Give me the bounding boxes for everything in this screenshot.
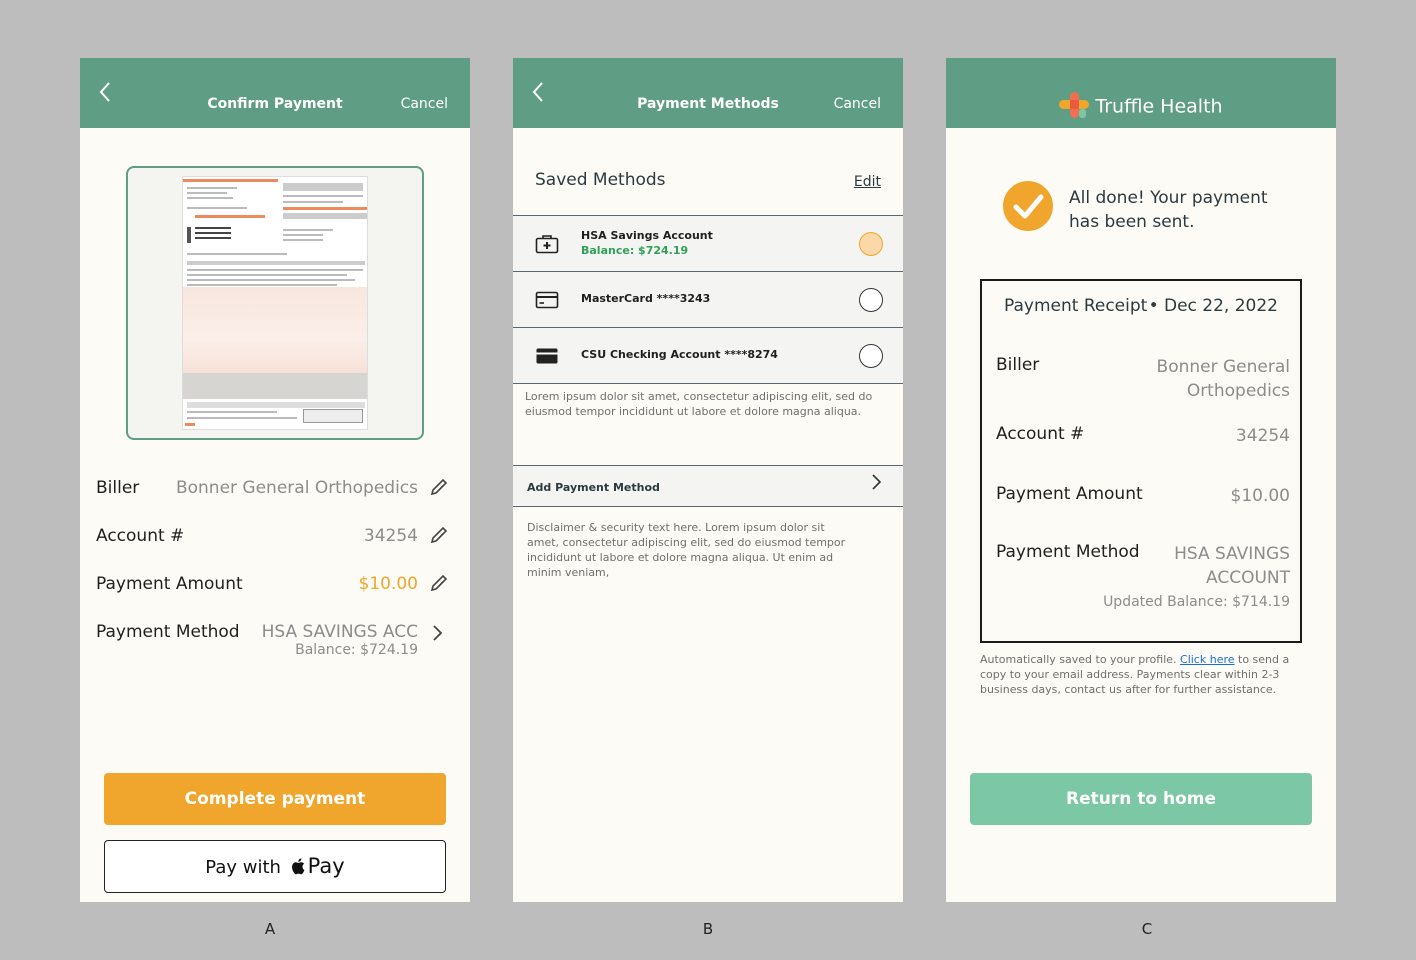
screen-label-c: C bbox=[1141, 920, 1153, 938]
receipt-updated-balance: Updated Balance: $714.19 bbox=[1103, 594, 1290, 610]
apple-logo-icon bbox=[291, 858, 305, 875]
disclaimer-text: Disclaimer & security text here. Lorem i… bbox=[527, 521, 846, 579]
receipt-method-line1: HSA SAVINGS bbox=[1174, 544, 1290, 564]
method-name: MasterCard ****3243 bbox=[581, 292, 711, 305]
header: Payment Methods Cancel bbox=[513, 58, 903, 128]
receipt-amount-value: $10.00 bbox=[1230, 486, 1290, 506]
brand-name: Truffle Health bbox=[1095, 95, 1223, 118]
screen-payment-done: Truffle Health All done! Your payment ha… bbox=[946, 58, 1336, 902]
method-value: HSA SAVINGS ACC bbox=[261, 622, 418, 642]
success-check-icon bbox=[1003, 181, 1053, 231]
biller-value: Bonner General Orthopedics bbox=[175, 478, 418, 498]
methods-description: Lorem ipsum dolor sit amet, consectetur … bbox=[525, 390, 873, 418]
click-here-link[interactable]: Click here bbox=[1180, 653, 1235, 666]
success-message: All done! Your payment has been sent. bbox=[1069, 188, 1268, 232]
edit-link[interactable]: Edit bbox=[854, 174, 881, 190]
pencil-icon[interactable] bbox=[430, 526, 448, 544]
apple-pay-prefix: Pay with bbox=[205, 857, 281, 878]
screen-label-a: A bbox=[264, 920, 276, 938]
biller-row[interactable]: Biller Bonner General Orthopedics bbox=[96, 472, 454, 502]
receipt-date: • Dec 22, 2022 bbox=[1148, 296, 1278, 316]
return-home-button[interactable]: Return to home bbox=[970, 773, 1312, 825]
method-mastercard[interactable]: MasterCard ****3243 bbox=[513, 271, 903, 327]
footnote-text: Automatically saved to your profile. bbox=[980, 653, 1181, 666]
method-label: Payment Method bbox=[96, 622, 240, 642]
receipt-method-label: Payment Method bbox=[996, 542, 1140, 562]
method-checking[interactable]: CSU Checking Account ****8274 bbox=[513, 327, 903, 383]
pencil-icon[interactable] bbox=[430, 478, 448, 496]
header: Confirm Payment Cancel bbox=[80, 58, 470, 128]
chevron-right-icon[interactable] bbox=[432, 624, 444, 642]
receipt-biller-value: Bonner General Orthopedics bbox=[1157, 355, 1290, 403]
brand-title: Truffle Health bbox=[946, 92, 1336, 122]
method-name: CSU Checking Account ****8274 bbox=[581, 348, 778, 361]
medical-case-icon bbox=[535, 235, 559, 254]
screen-label-b: B bbox=[702, 920, 714, 938]
receipt-biller-label: Biller bbox=[996, 355, 1040, 375]
credit-card-filled-icon bbox=[536, 348, 558, 364]
amount-label: Payment Amount bbox=[96, 574, 243, 594]
divider bbox=[513, 383, 903, 384]
cancel-button[interactable]: Cancel bbox=[834, 96, 881, 112]
receipt-account-value: 34254 bbox=[1235, 426, 1290, 446]
receipt-amount-label: Payment Amount bbox=[996, 484, 1143, 504]
add-payment-method-button[interactable]: Add Payment Method bbox=[513, 465, 903, 507]
receipt-method-value: HSA SAVINGS ACCOUNT bbox=[1174, 542, 1290, 590]
receipt-biller-line1: Bonner General bbox=[1156, 357, 1290, 377]
method-balance: Balance: $724.19 bbox=[295, 642, 418, 658]
screen-payment-methods: Payment Methods Cancel Saved Methods Edi… bbox=[513, 58, 903, 902]
pencil-icon[interactable] bbox=[430, 574, 448, 592]
credit-card-outline-icon bbox=[535, 291, 559, 309]
apple-pay-button[interactable]: Pay with Pay bbox=[104, 840, 446, 893]
payment-receipt: Payment Receipt • Dec 22, 2022 Biller Bo… bbox=[980, 279, 1302, 643]
payment-method-row[interactable]: Payment Method HSA SAVINGS ACC Balance: … bbox=[96, 616, 454, 666]
account-label: Account # bbox=[96, 526, 185, 546]
radio-selected[interactable] bbox=[859, 232, 883, 256]
radio-unselected[interactable] bbox=[859, 344, 883, 368]
header: Truffle Health bbox=[946, 58, 1336, 128]
screen-confirm-payment: Confirm Payment Cancel Biller Bonner Gen… bbox=[80, 58, 470, 902]
receipt-footnote: Automatically saved to your profile. Cli… bbox=[980, 652, 1306, 697]
apple-pay-word: Pay bbox=[307, 854, 345, 878]
receipt-biller-line2: Orthopedics bbox=[1186, 381, 1290, 401]
chevron-right-icon bbox=[872, 474, 882, 490]
cancel-button[interactable]: Cancel bbox=[401, 96, 448, 112]
saved-methods-title: Saved Methods bbox=[535, 170, 666, 190]
account-row[interactable]: Account # 34254 bbox=[96, 520, 454, 550]
amount-row[interactable]: Payment Amount $10.00 bbox=[96, 568, 454, 598]
amount-value: $10.00 bbox=[358, 574, 418, 594]
truffle-health-logo-icon bbox=[1059, 92, 1090, 118]
method-balance: Balance: $724.19 bbox=[581, 244, 689, 257]
receipt-title: Payment Receipt bbox=[1004, 296, 1148, 316]
bill-image-frame[interactable] bbox=[126, 166, 424, 440]
account-value: 34254 bbox=[363, 526, 418, 546]
complete-payment-button[interactable]: Complete payment bbox=[104, 773, 446, 825]
radio-unselected[interactable] bbox=[859, 288, 883, 312]
add-payment-method-label: Add Payment Method bbox=[527, 481, 660, 494]
method-name: HSA Savings Account bbox=[581, 229, 713, 242]
method-hsa[interactable]: HSA Savings Account Balance: $724.19 bbox=[513, 215, 903, 271]
receipt-account-label: Account # bbox=[996, 424, 1085, 444]
receipt-method-line2: ACCOUNT bbox=[1206, 568, 1290, 588]
biller-label: Biller bbox=[96, 478, 140, 498]
bill-scan-image bbox=[182, 176, 368, 430]
